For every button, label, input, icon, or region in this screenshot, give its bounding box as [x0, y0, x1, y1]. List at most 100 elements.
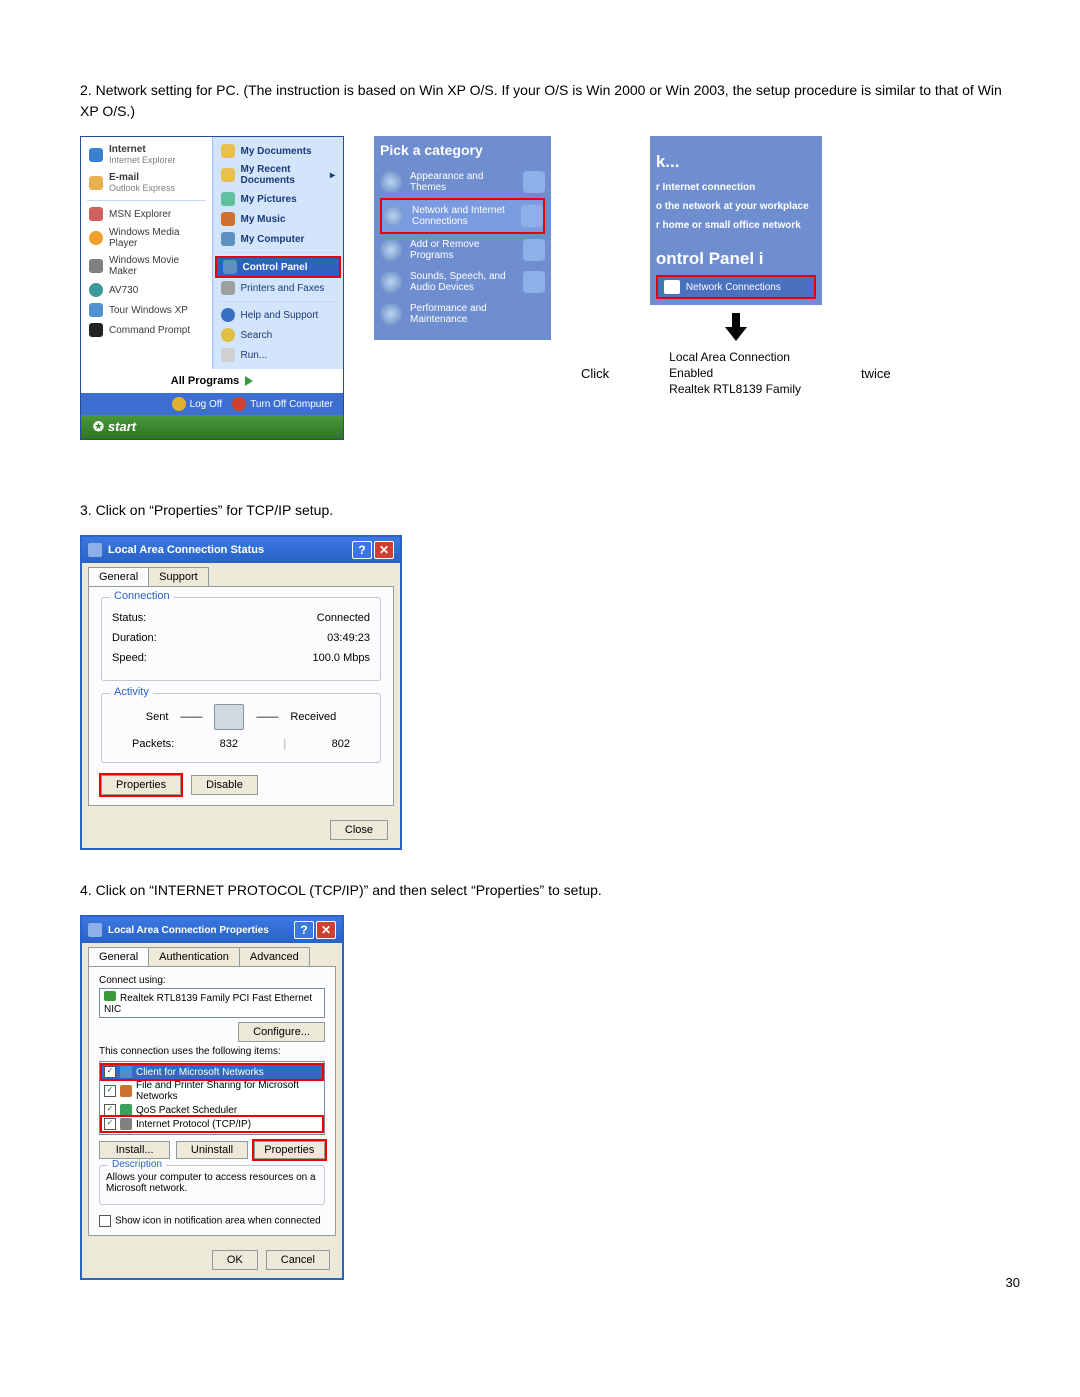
properties-button[interactable]: Properties: [254, 1141, 325, 1159]
recv-count: 802: [332, 738, 350, 750]
addremove-icon: [380, 239, 402, 261]
dialog-title: Local Area Connection Status: [108, 544, 264, 556]
duration-val: 03:49:23: [327, 632, 370, 644]
printers-icon: [221, 281, 235, 295]
qos-icon: [120, 1104, 132, 1116]
start-button[interactable]: start: [81, 415, 343, 439]
sm-printers[interactable]: Printers and Faxes: [215, 278, 342, 298]
documents-icon: [221, 144, 235, 158]
placeholder-icon: [523, 171, 545, 193]
help-button[interactable]: ?: [352, 541, 372, 559]
close-x-button[interactable]: ✕: [316, 921, 336, 939]
help-button[interactable]: ?: [294, 921, 314, 939]
cp-title: Pick a category: [380, 142, 545, 158]
item-tcpip[interactable]: Internet Protocol (TCP/IP): [102, 1117, 322, 1131]
start-menu: InternetInternet Explorer E-mailOutlook …: [80, 136, 344, 440]
close-x-button[interactable]: ✕: [374, 541, 394, 559]
all-programs[interactable]: All Programs: [81, 369, 343, 393]
items-list[interactable]: Client for Microsoft Networks File and P…: [99, 1061, 325, 1135]
close-button[interactable]: Close: [330, 820, 388, 840]
mail-icon: [89, 176, 103, 190]
uses-items-label: This connection uses the following items…: [99, 1046, 325, 1057]
av730-icon: [89, 283, 103, 297]
sm-email[interactable]: E-mailOutlook Express: [83, 169, 210, 197]
sm-help[interactable]: Help and Support: [215, 305, 342, 325]
tab-adv[interactable]: Advanced: [239, 947, 310, 966]
duration-key: Duration:: [112, 632, 157, 644]
sm-pics[interactable]: My Pictures: [215, 189, 342, 209]
sent-label: Sent: [146, 711, 169, 723]
task-internet[interactable]: r Internet connection: [656, 178, 816, 197]
item-fileprint[interactable]: File and Printer Sharing for Microsoft N…: [102, 1079, 322, 1103]
show-icon-checkbox[interactable]: Show icon in notification area when conn…: [99, 1215, 325, 1227]
arrow-down-icon: [725, 313, 747, 341]
sm-docs[interactable]: My Documents: [215, 141, 342, 161]
activity-icon: [214, 704, 244, 730]
sm-cmd[interactable]: Command Prompt: [83, 320, 210, 340]
tab-auth[interactable]: Authentication: [148, 947, 240, 966]
performance-icon: [380, 303, 402, 325]
lac-properties-dialog: Local Area Connection Properties ?✕ Gene…: [80, 915, 344, 1280]
sm-recent[interactable]: My Recent Documents▸: [215, 161, 342, 189]
sm-internet[interactable]: InternetInternet Explorer: [83, 141, 210, 169]
item-client[interactable]: Client for Microsoft Networks: [102, 1065, 322, 1079]
cp-appearance[interactable]: Appearance and Themes: [380, 166, 545, 198]
computer-icon: [221, 232, 235, 246]
sm-av730[interactable]: AV730: [83, 280, 210, 300]
configure-button[interactable]: Configure...: [238, 1022, 325, 1042]
speed-val: 100.0 Mbps: [313, 652, 370, 664]
sm-wmp[interactable]: Windows Media Player: [83, 224, 210, 252]
sm-computer[interactable]: My Computer: [215, 229, 342, 249]
cp-network[interactable]: Network and Internet Connections: [380, 198, 545, 234]
nic-field: Realtek RTL8139 Family PCI Fast Ethernet…: [99, 988, 325, 1018]
music-icon: [221, 212, 235, 226]
tab-support[interactable]: Support: [148, 567, 209, 586]
tab-general[interactable]: General: [88, 567, 149, 586]
ok-button[interactable]: OK: [212, 1250, 258, 1270]
nc-icon: [664, 280, 680, 294]
tab-general[interactable]: General: [88, 947, 149, 966]
tour-icon: [89, 303, 103, 317]
msn-icon: [89, 207, 103, 221]
cancel-button[interactable]: Cancel: [266, 1250, 330, 1270]
uninstall-button[interactable]: Uninstall: [176, 1141, 247, 1159]
cp-performance[interactable]: Performance and Maintenance: [380, 298, 545, 330]
step3-num: 3.: [80, 502, 92, 518]
sm-control-panel[interactable]: Control Panel: [215, 256, 342, 278]
lac-info[interactable]: Local Area Connection Enabled Realtek RT…: [669, 349, 801, 398]
sm-run[interactable]: Run...: [215, 345, 342, 365]
figure-row-1: InternetInternet Explorer E-mailOutlook …: [80, 136, 1020, 440]
sm-tour[interactable]: Tour Windows XP: [83, 300, 210, 320]
description-box: Description Allows your computer to acce…: [99, 1165, 325, 1205]
network-connections-link[interactable]: Network Connections: [656, 275, 816, 299]
network-icon: [382, 205, 404, 227]
placeholder-icon: [523, 271, 545, 293]
sm-search[interactable]: Search: [215, 325, 342, 345]
placeholder-icon: [521, 205, 543, 227]
run-icon: [221, 348, 235, 362]
task-home[interactable]: r home or small office network: [656, 216, 816, 235]
turnoff-icon: [232, 397, 246, 411]
step3-text: Click on “Properties” for TCP/IP setup.: [96, 502, 334, 518]
properties-button[interactable]: Properties: [101, 775, 181, 795]
sm-msn[interactable]: MSN Explorer: [83, 204, 210, 224]
step2-text: Network setting for PC. (The instruction…: [80, 82, 1002, 119]
status-val: Connected: [317, 612, 370, 624]
cp-addremove[interactable]: Add or Remove Programs: [380, 234, 545, 266]
sm-movie[interactable]: Windows Movie Maker: [83, 252, 210, 280]
item-qos[interactable]: QoS Packet Scheduler: [102, 1103, 322, 1117]
task-workplace[interactable]: o the network at your workplace: [656, 197, 816, 216]
dialog-icon: [88, 923, 102, 937]
ie-icon: [89, 148, 103, 162]
packets-key: Packets:: [132, 738, 174, 750]
wmp-icon: [89, 231, 103, 245]
disable-button[interactable]: Disable: [191, 775, 258, 795]
sent-count: 832: [220, 738, 238, 750]
logoff-button[interactable]: Log Off: [172, 397, 223, 411]
status-key: Status:: [112, 612, 146, 624]
turnoff-button[interactable]: Turn Off Computer: [232, 397, 333, 411]
sm-music[interactable]: My Music: [215, 209, 342, 229]
cp-sounds[interactable]: Sounds, Speech, and Audio Devices: [380, 266, 545, 298]
connection-group: Connection Status:Connected Duration:03:…: [101, 597, 381, 681]
install-button[interactable]: Install...: [99, 1141, 170, 1159]
